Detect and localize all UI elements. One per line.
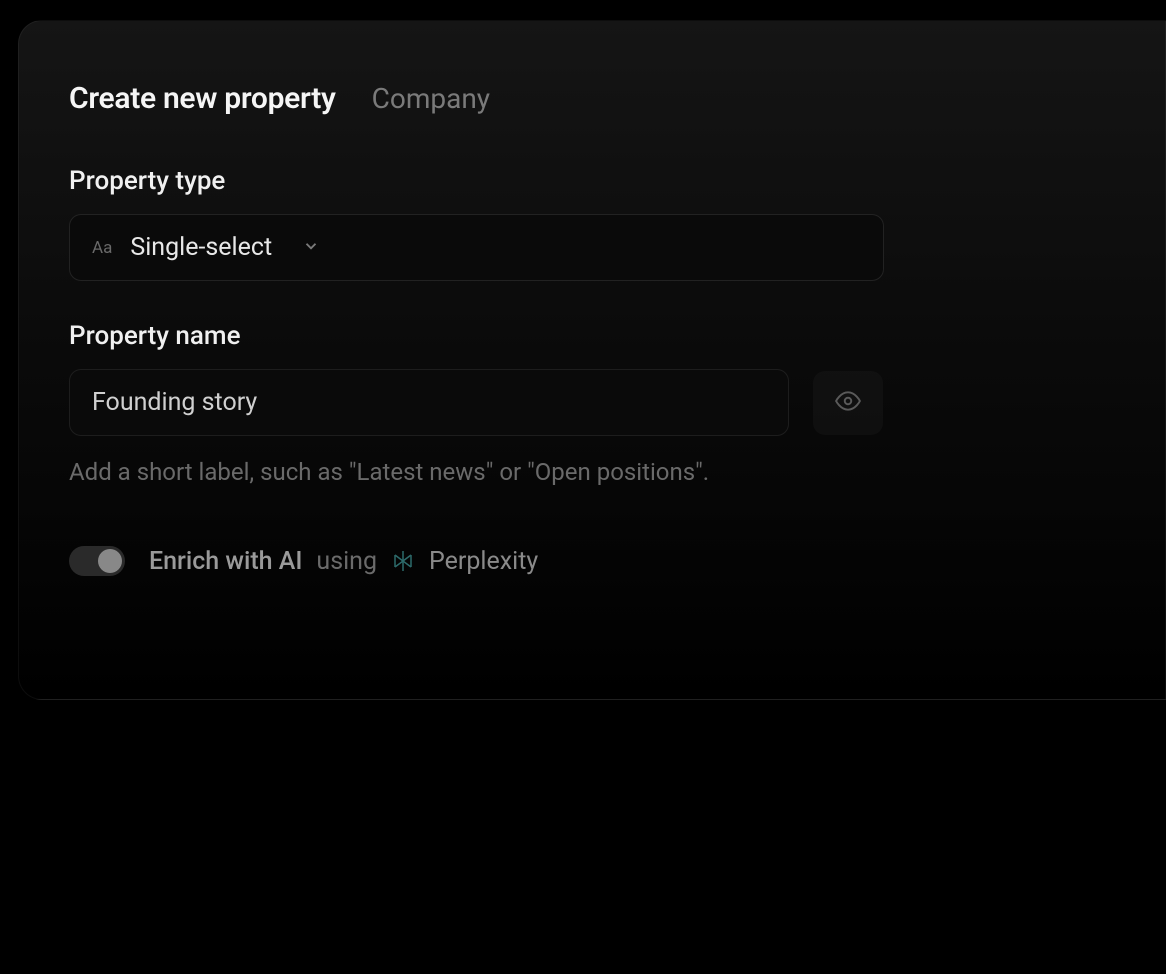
enrich-ai-toggle[interactable] (69, 546, 125, 576)
enrich-ai-label: Enrich with AI (149, 547, 302, 576)
property-type-select[interactable]: Aa Single-select (69, 214, 884, 281)
modal-title: Create new property (69, 81, 336, 116)
modal-context: Company (372, 82, 490, 115)
chevron-down-icon (302, 237, 320, 259)
modal-header: Create new property Company (69, 81, 1115, 116)
perplexity-icon (391, 549, 415, 573)
enrich-using-text: using (316, 547, 377, 576)
enrich-ai-row: Enrich with AI using Perplexity (69, 546, 1115, 576)
property-name-row (69, 369, 1115, 436)
property-name-input[interactable] (69, 369, 789, 436)
property-type-label: Property type (69, 166, 1115, 196)
toggle-knob (98, 549, 122, 573)
property-name-label: Property name (69, 321, 1115, 351)
property-type-value: Single-select (130, 233, 272, 262)
text-type-icon: Aa (92, 238, 112, 258)
create-property-modal: Create new property Company Property typ… (18, 20, 1166, 700)
enrich-provider-name: Perplexity (429, 547, 538, 576)
visibility-toggle-button[interactable] (813, 371, 883, 435)
eye-icon (835, 388, 861, 417)
property-name-helper: Add a short label, such as "Latest news"… (69, 458, 1115, 486)
